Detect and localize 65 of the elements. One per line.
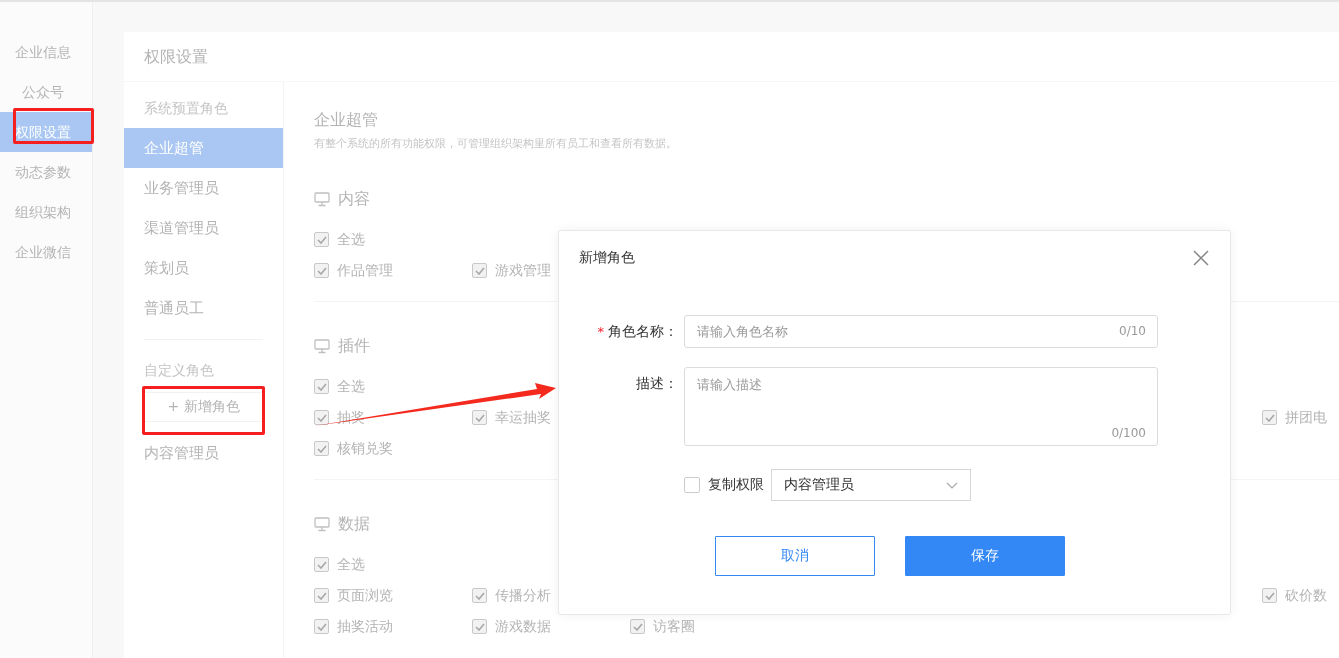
save-button[interactable]: 保存 (904, 536, 1065, 576)
checkbox[interactable] (314, 263, 329, 278)
permission-label: 访客圈 (653, 617, 695, 636)
monitor-icon (314, 516, 330, 532)
role-select[interactable]: 内容管理员 (771, 469, 971, 501)
cancel-button[interactable]: 取消 (714, 536, 875, 576)
sidebar-item[interactable]: 企业信息 (0, 32, 92, 72)
monitor-icon (314, 191, 330, 207)
checkbox[interactable] (314, 379, 329, 394)
checkbox-label: 复制权限 (708, 476, 764, 494)
checkbox[interactable] (314, 410, 329, 425)
field-label: 角色名称： (608, 322, 678, 341)
add-role-button[interactable]: + 新增角色 (144, 392, 263, 422)
role-item[interactable]: 策划员 (124, 248, 283, 288)
close-button[interactable] (1192, 249, 1210, 267)
character-counter: 0/10 (1119, 324, 1146, 338)
section-title: 插件 (338, 335, 370, 357)
checkbox[interactable] (1262, 410, 1277, 425)
section-title: 数据 (338, 513, 370, 535)
sidebar-item[interactable]: 动态参数 (0, 152, 92, 192)
role-item[interactable]: 企业超管 (124, 128, 283, 168)
dialog-title: 新增角色 (579, 249, 635, 267)
permission-label: 全选 (337, 555, 365, 574)
role-item[interactable]: 普通员工 (124, 288, 283, 328)
role-item[interactable]: 内容管理员 (124, 433, 283, 473)
chevron-down-icon (946, 481, 958, 489)
checkbox[interactable] (472, 619, 487, 634)
role-item[interactable]: 业务管理员 (124, 168, 283, 208)
permission-label: 作品管理 (337, 261, 393, 280)
permission-label: 全选 (337, 230, 365, 249)
checkbox[interactable] (314, 557, 329, 572)
permission-label: 抽奖活动 (337, 617, 393, 636)
permission-label: 游戏数据 (495, 617, 551, 636)
character-counter: 0/100 (1111, 426, 1146, 440)
checkbox[interactable] (1262, 588, 1277, 603)
checkbox[interactable] (472, 588, 487, 603)
group-label: 自定义角色 (143, 361, 215, 380)
sidebar-item[interactable]: 组织架构 (0, 192, 92, 232)
checkbox[interactable] (472, 263, 487, 278)
checkbox[interactable] (472, 410, 487, 425)
permission-label: 拼团电 (1285, 408, 1327, 427)
sidebar-item[interactable]: 公众号 (0, 72, 92, 112)
permission-label: 全选 (337, 377, 365, 396)
role-title: 企业超管 (314, 110, 379, 131)
checkbox[interactable] (314, 232, 329, 247)
section-title: 内容 (338, 188, 370, 210)
checkbox[interactable] (314, 441, 329, 456)
sidebar-item[interactable]: 权限设置 (0, 112, 92, 152)
field-label: 描述： (636, 374, 678, 393)
permission-label: 砍价数 (1285, 586, 1327, 605)
checkbox[interactable] (684, 477, 700, 493)
permission-label: 游戏管理 (495, 261, 551, 280)
card-title: 权限设置 (124, 32, 1339, 82)
permission-label: 页面浏览 (337, 586, 393, 605)
checkbox[interactable] (314, 619, 329, 634)
checkbox[interactable] (314, 588, 329, 603)
monitor-icon (314, 338, 330, 354)
sidebar-item[interactable]: 企业微信 (0, 232, 92, 272)
group-label: 系统预置角色 (143, 99, 229, 118)
permission-label: 核销兑奖 (337, 439, 393, 458)
permission-label: 传播分析 (495, 586, 551, 605)
checkbox[interactable] (630, 619, 645, 634)
permission-label: 幸运抽奖 (495, 408, 551, 427)
required-mark: * (597, 323, 604, 341)
role-item[interactable]: 渠道管理员 (124, 208, 283, 248)
